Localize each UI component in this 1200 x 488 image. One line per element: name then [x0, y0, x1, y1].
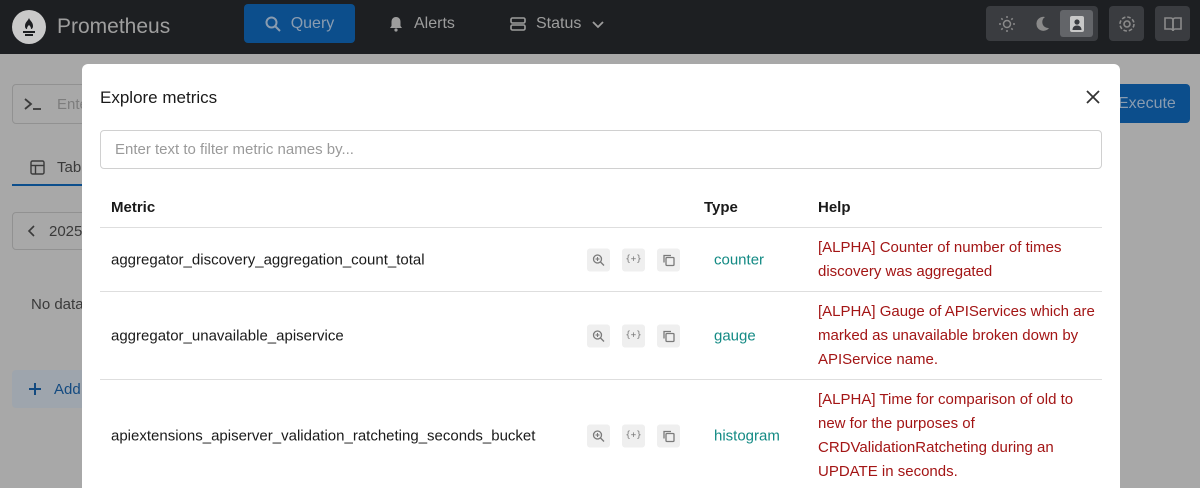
copy-icon [663, 254, 675, 266]
moon-icon [1035, 16, 1049, 31]
eval-time-label: 2025 [49, 222, 83, 240]
theme-light-button[interactable] [990, 10, 1023, 37]
nav-query[interactable]: Query [244, 4, 355, 43]
theme-switcher [986, 6, 1098, 41]
execute-button[interactable]: Execute [1110, 84, 1190, 123]
nav-alerts-label: Alerts [414, 14, 455, 32]
modal-title: Explore metrics [100, 88, 218, 107]
table-row: aggregator_unavailable_apiservice {+} ga… [100, 292, 1102, 380]
table-header: Metric Type Help [100, 188, 1102, 228]
eval-time-picker[interactable]: 2025 [12, 212, 92, 250]
sun-icon [998, 15, 1015, 32]
brand-name: Prometheus [57, 15, 171, 38]
plus-icon [29, 383, 41, 395]
copy-button[interactable] [657, 424, 680, 447]
metric-help: [ALPHA] Counter of number of times disco… [818, 238, 1062, 280]
user-icon [1069, 15, 1084, 32]
metric-help: [ALPHA] Gauge of APIServices which are m… [818, 302, 1095, 368]
server-icon [510, 16, 526, 31]
copy-button[interactable] [657, 324, 680, 347]
prometheus-logo-icon [12, 10, 46, 44]
add-panel-button[interactable]: Add [12, 370, 92, 408]
explore-metrics-modal: Explore metrics Metric Type Help aggrega… [82, 64, 1120, 488]
copy-icon [663, 430, 675, 442]
terminal-icon [24, 98, 41, 110]
table-row: aggregator_discovery_aggregation_count_t… [100, 228, 1102, 292]
book-icon [1163, 16, 1182, 31]
insert-button[interactable]: {+} [622, 248, 645, 271]
explore-button[interactable] [587, 424, 610, 447]
column-type: Type [704, 199, 738, 216]
metric-name: apiextensions_apiserver_validation_ratch… [111, 427, 536, 444]
metric-help: [ALPHA] Time for comparison of old to ne… [818, 390, 1074, 480]
metric-name: aggregator_unavailable_apiservice [111, 327, 344, 344]
insert-button[interactable]: {+} [622, 424, 645, 447]
nav-status[interactable]: Status [510, 4, 605, 43]
docs-button[interactable] [1155, 6, 1190, 41]
close-button[interactable] [1082, 86, 1104, 108]
explore-button[interactable] [587, 248, 610, 271]
table-icon [30, 159, 45, 175]
brand[interactable]: Prometheus [12, 10, 170, 44]
theme-auto-button[interactable] [1060, 10, 1093, 37]
column-help: Help [818, 199, 851, 216]
filter-input[interactable] [100, 130, 1102, 169]
row-actions: {+} [587, 248, 680, 271]
column-metric: Metric [111, 199, 156, 216]
nav-status-label: Status [536, 14, 582, 32]
copy-icon [663, 330, 675, 342]
theme-dark-button[interactable] [1025, 10, 1058, 37]
settings-button[interactable] [1109, 6, 1144, 41]
row-actions: {+} [587, 324, 680, 347]
magnify-plus-icon [592, 329, 605, 342]
search-icon [265, 16, 281, 32]
metrics-table: Metric Type Help aggregator_discovery_ag… [100, 188, 1102, 488]
metric-name: aggregator_discovery_aggregation_count_t… [111, 251, 425, 268]
table-row: apiextensions_apiserver_validation_ratch… [100, 380, 1102, 488]
metric-type: histogram [714, 427, 780, 444]
magnify-plus-icon [592, 253, 605, 266]
row-actions: {+} [587, 424, 680, 447]
tab-table-label: Tab [57, 158, 82, 176]
nav-alerts[interactable]: Alerts [388, 4, 455, 43]
copy-button[interactable] [657, 248, 680, 271]
close-icon [1086, 90, 1100, 104]
magnify-plus-icon [592, 429, 605, 442]
no-data-text: No data [31, 296, 84, 313]
nav-query-label: Query [290, 14, 335, 32]
metric-type: counter [714, 251, 765, 268]
top-navbar: Prometheus Query Alerts Status [0, 0, 1200, 54]
gear-icon [1118, 15, 1135, 32]
insert-button[interactable]: {+} [622, 324, 645, 347]
explore-button[interactable] [587, 324, 610, 347]
chevron-down-icon [592, 20, 604, 28]
add-panel-label: Add [54, 380, 81, 398]
chevron-left-icon [27, 225, 35, 237]
tab-table[interactable]: Tab [12, 150, 92, 186]
bell-icon [390, 16, 402, 32]
metric-type: gauge [714, 327, 756, 344]
